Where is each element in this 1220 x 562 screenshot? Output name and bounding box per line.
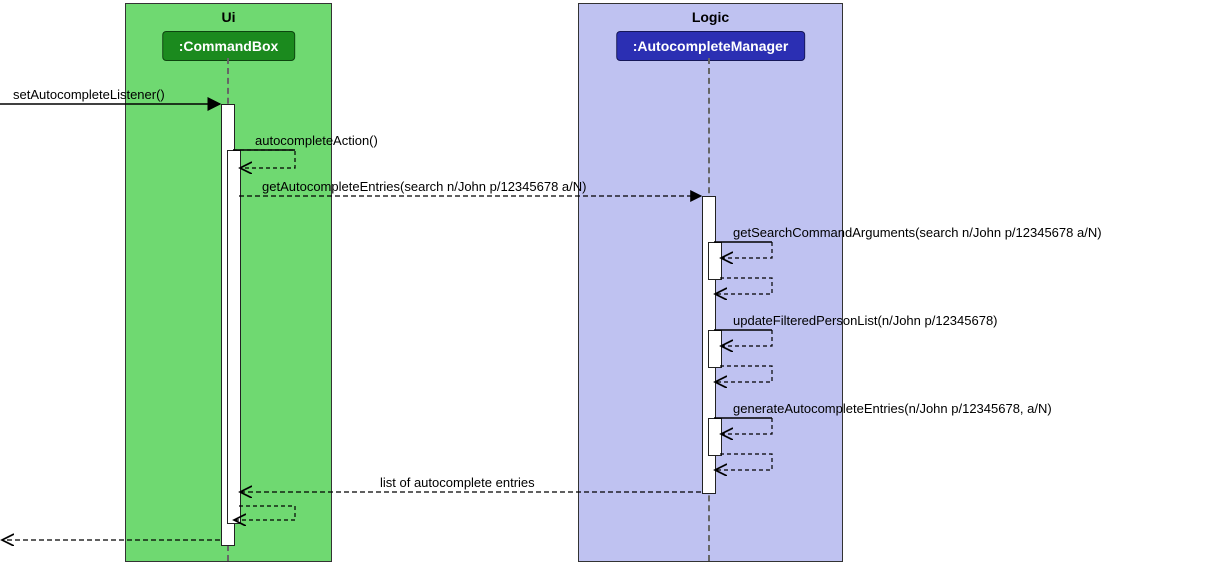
class-commandbox: :CommandBox <box>162 31 296 61</box>
participant-logic-title: Logic <box>579 9 842 25</box>
msg-setautocompletelistener: setAutocompleteListener() <box>13 87 165 102</box>
msg-getsearchcommandarguments: getSearchCommandArguments(search n/John … <box>733 225 1102 240</box>
msg-autocompleteaction: autocompleteAction() <box>255 133 378 148</box>
activation-logic-self2 <box>708 330 722 368</box>
class-autocompletemanager: :AutocompleteManager <box>616 31 806 61</box>
activation-ui-inner <box>227 150 241 524</box>
participant-ui-title: Ui <box>126 9 331 25</box>
msg-getautocompleteentries: getAutocompleteEntries(search n/John p/1… <box>262 179 586 194</box>
activation-logic-self1 <box>708 242 722 280</box>
activation-logic-self3 <box>708 418 722 456</box>
msg-updatefilteredpersonlist: updateFilteredPersonList(n/John p/123456… <box>733 313 998 328</box>
msg-generateautocompleteentries: generateAutocompleteEntries(n/John p/123… <box>733 401 1052 416</box>
msg-return-listentries: list of autocomplete entries <box>380 475 535 490</box>
